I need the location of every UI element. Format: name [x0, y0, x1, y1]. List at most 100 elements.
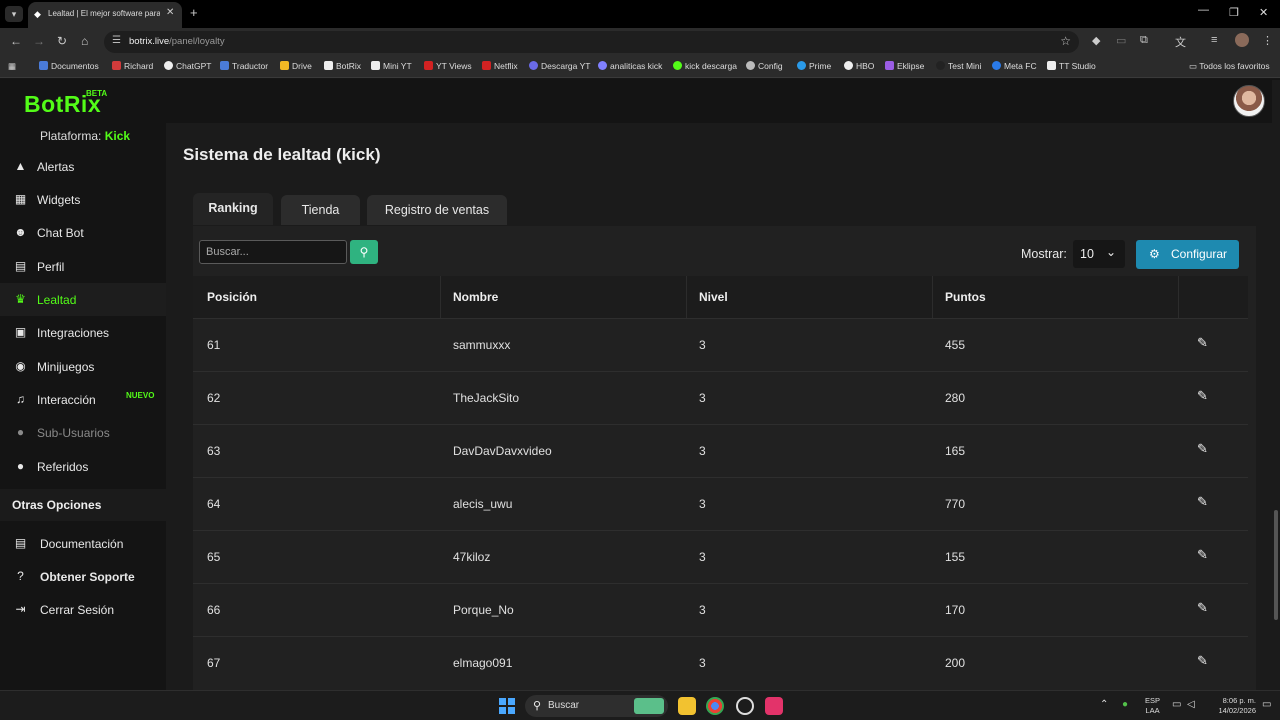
scrollbar-thumb[interactable]	[1274, 510, 1278, 620]
profile-avatar-icon[interactable]	[1235, 33, 1249, 47]
tab-ranking[interactable]: Ranking	[193, 193, 273, 225]
site-info-icon[interactable]: ☰	[112, 35, 121, 46]
back-icon[interactable]: ←	[10, 34, 22, 48]
cell-name: TheJackSito	[453, 391, 520, 405]
extension-icon[interactable]: ▭	[1116, 34, 1126, 47]
bookmark-item[interactable]: Richard	[112, 61, 153, 71]
search-button[interactable]: ⚲	[350, 240, 378, 264]
bookmark-item[interactable]: Drive	[280, 61, 312, 71]
close-window-icon[interactable]: ✕	[1259, 6, 1268, 19]
edit-pencil-icon[interactable]: ✎	[1197, 335, 1208, 351]
sidebar-item-lealtad[interactable]: ♛ Lealtad	[0, 283, 166, 316]
translate-icon[interactable]: 文	[1175, 34, 1186, 50]
tab-tienda[interactable]: Tienda	[281, 195, 360, 225]
page-scrollbar[interactable]	[1272, 80, 1280, 690]
sidebar-item-referidos[interactable]: ● Referidos	[0, 450, 166, 483]
bookmark-item[interactable]: kick descarga	[673, 61, 737, 71]
volume-icon[interactable]: ◁	[1187, 699, 1195, 710]
user-group-icon: ●	[16, 459, 25, 473]
bookmark-item[interactable]: Netflix	[482, 61, 518, 71]
col-divider	[1178, 276, 1179, 318]
apps-grid-icon[interactable]: ▦	[8, 61, 16, 72]
bookmark-item[interactable]: Documentos	[39, 61, 99, 71]
browser-tab[interactable]: ◆ Lealtad | El mejor software para ✕	[28, 2, 182, 28]
cell-position: 67	[207, 656, 221, 670]
close-tab-icon[interactable]: ✕	[166, 7, 174, 18]
bookmark-favicon-icon	[1047, 61, 1056, 70]
tab-registro-ventas[interactable]: Registro de ventas	[367, 195, 507, 225]
bookmark-item[interactable]: analiticas kick	[598, 61, 662, 71]
configure-button[interactable]: ⚙ Configurar	[1136, 240, 1239, 269]
clock[interactable]: 8:06 p. m. 14/02/2026	[1208, 696, 1256, 716]
col-name[interactable]: Nombre	[453, 290, 498, 304]
bookmark-item[interactable]: TT Studio	[1047, 61, 1096, 71]
sidebar-item-perfil[interactable]: ▤ Perfil	[0, 250, 166, 283]
extension-icon[interactable]: ◆	[1092, 34, 1100, 47]
app-icon[interactable]	[765, 697, 783, 715]
url-text: botrix.live/panel/loyalty	[129, 36, 225, 47]
sidebar-item-documentacion[interactable]: ▤ Documentación	[0, 529, 166, 559]
bookmark-item[interactable]: Config	[746, 61, 783, 71]
language-indicator[interactable]: ESP LAA	[1145, 696, 1160, 716]
bookmark-item[interactable]: Eklipse	[885, 61, 924, 71]
edit-pencil-icon[interactable]: ✎	[1197, 653, 1208, 669]
extensions-puzzle-icon[interactable]: ⧉	[1140, 34, 1148, 47]
media-control-icon[interactable]: ≡	[1211, 34, 1217, 46]
chrome-icon[interactable]	[706, 697, 724, 715]
file-explorer-icon[interactable]	[678, 697, 696, 715]
edit-pencil-icon[interactable]: ✎	[1197, 441, 1208, 457]
sidebar-item-minijuegos[interactable]: ◉ Minijuegos	[0, 350, 166, 383]
edit-pencil-icon[interactable]: ✎	[1197, 494, 1208, 510]
edit-pencil-icon[interactable]: ✎	[1197, 600, 1208, 616]
forward-icon[interactable]: →	[33, 34, 45, 48]
restore-icon[interactable]: ❐	[1229, 6, 1239, 19]
home-icon[interactable]: ⌂	[81, 34, 88, 48]
sidebar-item-sub-usuarios[interactable]: ● Sub-Usuarios	[0, 416, 166, 449]
sidebar-item-interaccion[interactable]: ♫ Interacción NUEVO	[0, 383, 166, 416]
network-icon[interactable]: ▭	[1172, 699, 1181, 710]
bookmark-favicon-icon	[673, 61, 682, 70]
windows-start-icon[interactable]	[499, 698, 515, 714]
app-icon[interactable]	[736, 697, 754, 715]
bookmark-item[interactable]: Prime	[797, 61, 831, 71]
bookmark-item[interactable]: BotRix	[324, 61, 361, 71]
tray-overflow-icon[interactable]: ⌃	[1100, 699, 1108, 710]
col-position[interactable]: Posición	[207, 290, 257, 304]
menu-kebab-icon[interactable]: ⋮	[1262, 34, 1273, 47]
sidebar-item-label: Minijuegos	[37, 360, 95, 374]
page-size-select[interactable]: 10 ⌄	[1073, 240, 1125, 268]
all-bookmarks[interactable]: ▭ Todos los favoritos	[1189, 61, 1270, 72]
reload-icon[interactable]: ↻	[57, 34, 67, 48]
bookmark-star-icon[interactable]: ☆	[1060, 34, 1071, 48]
bookmark-item[interactable]: HBO	[844, 61, 874, 71]
sidebar-item-widgets[interactable]: ▦ Widgets	[0, 183, 166, 216]
minimize-icon[interactable]: —	[1198, 4, 1209, 16]
edit-pencil-icon[interactable]: ✎	[1197, 388, 1208, 404]
edit-pencil-icon[interactable]: ✎	[1197, 547, 1208, 563]
notifications-icon[interactable]: ▭	[1262, 699, 1271, 710]
taskbar-search[interactable]: ⚲ Buscar	[525, 695, 668, 717]
bookmark-item[interactable]: YT Views	[424, 61, 472, 71]
bookmark-item[interactable]: Descarga YT	[529, 61, 590, 71]
bookmark-item[interactable]: ChatGPT	[164, 61, 211, 71]
bookmark-item[interactable]: Mini YT	[371, 61, 412, 71]
new-tab-icon[interactable]: +	[190, 5, 198, 20]
cell-name: 47kiloz	[453, 550, 491, 564]
sidebar-item-soporte[interactable]: ? Obtener Soporte	[0, 562, 166, 592]
address-bar[interactable]: ☰ botrix.live/panel/loyalty ☆	[104, 31, 1079, 53]
sidebar-item-alertas[interactable]: ▲ Alertas	[0, 150, 166, 183]
col-level[interactable]: Nivel	[699, 290, 728, 304]
bookmark-item[interactable]: Test Mini	[936, 61, 982, 71]
search-input[interactable]	[199, 240, 347, 264]
sidebar-item-label: Lealtad	[37, 293, 77, 307]
tab-search-icon[interactable]: ▾	[5, 6, 23, 22]
bookmark-item[interactable]: Traductor	[220, 61, 268, 71]
sidebar-item-cerrar-sesion[interactable]: ⇥ Cerrar Sesión	[0, 595, 166, 625]
sidebar-item-chat-bot[interactable]: ☻ Chat Bot	[0, 216, 166, 249]
microphone-icon[interactable]: ●	[1122, 699, 1128, 710]
avatar[interactable]	[1233, 85, 1265, 117]
bookmark-favicon-icon	[324, 61, 333, 70]
col-points[interactable]: Puntos	[945, 290, 986, 304]
sidebar-item-integraciones[interactable]: ▣ Integraciones	[0, 316, 166, 349]
bookmark-item[interactable]: Meta FC	[992, 61, 1037, 71]
